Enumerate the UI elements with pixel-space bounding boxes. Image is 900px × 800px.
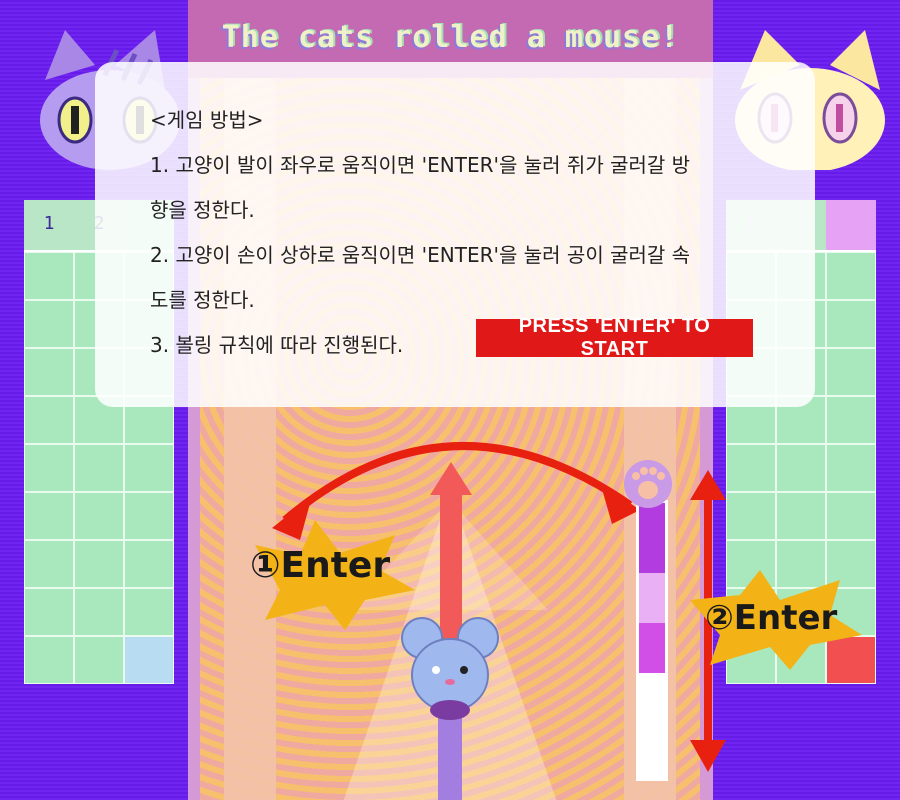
step-line: 2. 고양이 손이 상하로 움직이면 'ENTER'을 눌러 공이 굴러갈 속 bbox=[150, 243, 691, 267]
step2-enter-hint: ②Enter bbox=[705, 598, 838, 638]
step1-enter-hint: ①Enter bbox=[250, 545, 391, 586]
howto-heading: <게임 방법> bbox=[150, 108, 264, 132]
meter-segment bbox=[639, 623, 665, 673]
power-meter bbox=[636, 500, 668, 781]
game-stage[interactable]: The cats rolled a mouse! 1 2 bbox=[0, 0, 900, 800]
step-line: 1. 고양이 발이 좌우로 움직이면 'ENTER'을 눌러 쥐가 굴러갈 방 bbox=[150, 153, 691, 177]
mouse-icon bbox=[401, 617, 499, 800]
paw-icon bbox=[624, 460, 672, 508]
meter-segment bbox=[639, 573, 665, 623]
meter-segment bbox=[639, 503, 665, 573]
start-button[interactable]: PRESS 'ENTER' TO START bbox=[476, 315, 753, 360]
meter-segment bbox=[639, 673, 665, 778]
step-line: 향을 정한다. bbox=[150, 198, 255, 222]
